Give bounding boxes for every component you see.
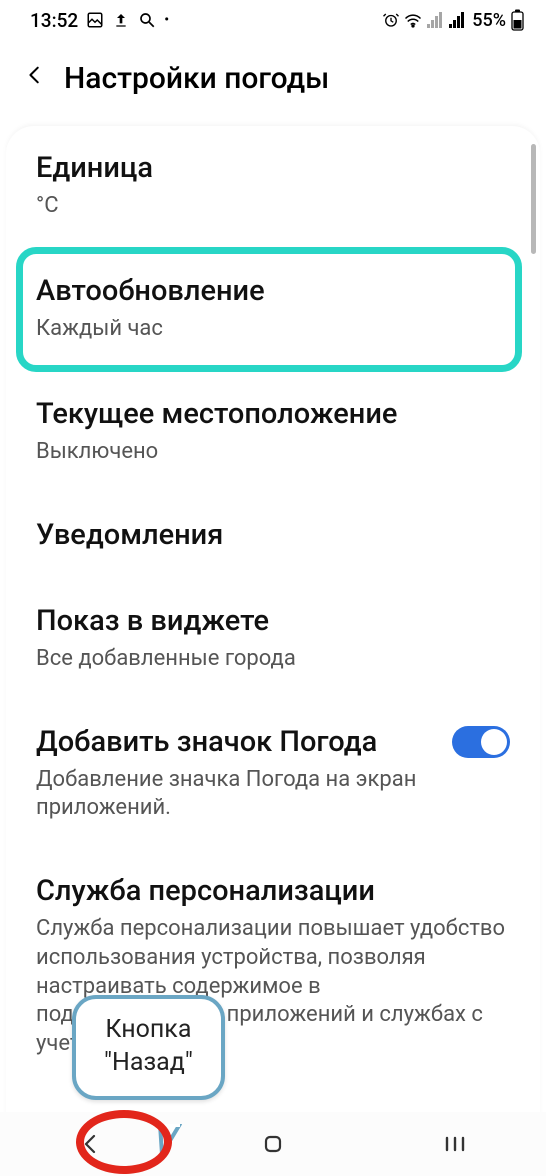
setting-auto-update-value: Каждый час [36, 315, 510, 344]
setting-add-icon-desc: Добавление значка Погода на экран прилож… [36, 766, 510, 823]
image-icon [86, 11, 104, 29]
status-left: 13:52 • [30, 9, 169, 32]
setting-add-icon[interactable]: Добавить значок Погода Добавление значка… [6, 700, 540, 849]
nav-bar [0, 1112, 546, 1176]
callout-line1: Кнопка [104, 1013, 193, 1047]
settings-panel: Единица °C Автообновление Каждый час Тек… [6, 126, 540, 1126]
setting-unit[interactable]: Единица °C [6, 126, 540, 247]
setting-current-location[interactable]: Текущее местоположение Выключено [6, 372, 540, 493]
setting-unit-value: °C [36, 192, 510, 221]
status-right: 55% [382, 10, 524, 31]
back-button[interactable] [24, 60, 46, 96]
alarm-icon [382, 11, 400, 29]
setting-unit-title: Единица [36, 150, 510, 186]
setting-notifications-title: Уведомления [36, 517, 510, 553]
status-time: 13:52 [30, 9, 78, 32]
nav-back[interactable] [31, 1132, 151, 1156]
setting-widget-show-value: Все добавленные города [36, 645, 510, 674]
annotation-callout: Кнопка "Назад" [72, 995, 225, 1101]
header: Настройки погоды [0, 40, 546, 116]
scrollbar[interactable] [531, 144, 536, 254]
battery-icon [510, 11, 524, 29]
nav-home[interactable] [213, 1132, 333, 1156]
setting-add-icon-title: Добавить значок Погода [36, 724, 436, 760]
setting-widget-show-title: Показ в виджете [36, 603, 510, 639]
page-title: Настройки погоды [64, 61, 329, 96]
setting-widget-show[interactable]: Показ в виджете Все добавленные города [6, 579, 540, 700]
signal-1-icon [426, 11, 444, 29]
setting-current-location-title: Текущее местоположение [36, 396, 510, 432]
signal-2-icon [448, 11, 466, 29]
wifi-icon [404, 11, 422, 29]
nav-recents[interactable] [395, 1134, 515, 1154]
dot-icon: • [164, 12, 169, 28]
setting-current-location-value: Выключено [36, 438, 510, 467]
upload-icon [112, 11, 130, 29]
setting-personalization-title: Служба персонализации [36, 873, 510, 909]
setting-auto-update[interactable]: Автообновление Каждый час [6, 247, 540, 372]
search-icon [138, 11, 156, 29]
battery-percent: 55% [472, 10, 506, 31]
status-bar: 13:52 • 55% [0, 0, 546, 40]
toggle-add-icon[interactable] [452, 726, 510, 758]
toggle-knob [481, 729, 507, 755]
setting-auto-update-title: Автообновление [36, 273, 510, 309]
callout-line2: "Назад" [104, 1046, 193, 1080]
setting-notifications[interactable]: Уведомления [6, 493, 540, 579]
